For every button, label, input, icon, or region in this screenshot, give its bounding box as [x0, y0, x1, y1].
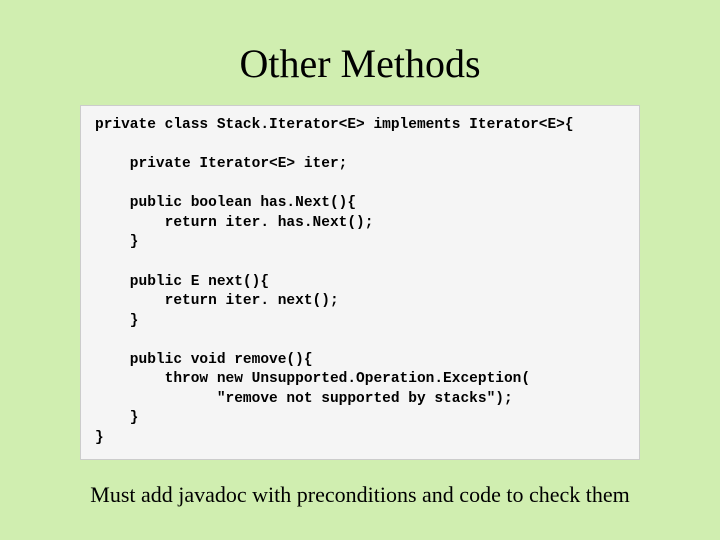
slide-container: Other Methods private class Stack.Iterat…	[0, 0, 720, 540]
slide-title: Other Methods	[239, 40, 480, 87]
code-block: private class Stack.Iterator<E> implemen…	[80, 105, 640, 460]
slide-footnote: Must add javadoc with preconditions and …	[40, 482, 680, 508]
code-content: private class Stack.Iterator<E> implemen…	[95, 116, 625, 449]
